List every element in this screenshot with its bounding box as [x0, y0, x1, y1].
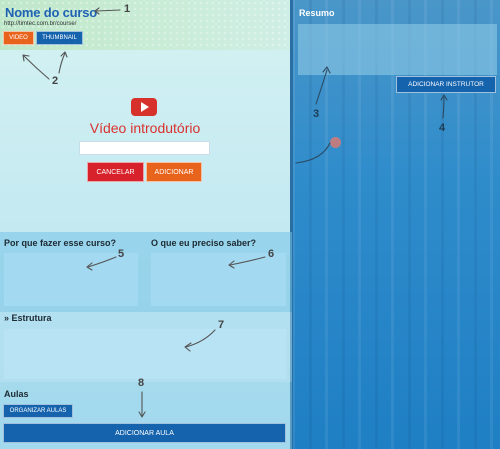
annotation-number-8: 8	[138, 377, 145, 389]
annotation-number-7: 7	[218, 319, 225, 331]
annotation-number-6: 6	[268, 248, 275, 260]
annotation-number-5: 5	[118, 248, 125, 260]
video-title: Vídeo introdutório	[89, 120, 201, 136]
annotation-number-1: 1	[124, 3, 131, 15]
course-title[interactable]: Nome do curso	[5, 5, 97, 20]
annotation-number-2: 2	[52, 75, 59, 87]
add-video-button[interactable]: ADICIONAR	[146, 162, 202, 182]
why-course-heading: Por que fazer esse curso?	[4, 238, 117, 248]
resumo-label: Resumo	[299, 8, 335, 18]
lessons-heading: Aulas	[4, 389, 29, 399]
resumo-textbox[interactable]	[298, 24, 497, 75]
cancel-button[interactable]: CANCELAR	[87, 162, 144, 182]
add-lesson-button[interactable]: ADICIONAR AULA	[3, 423, 286, 443]
annotation-number-3: 3	[313, 108, 320, 120]
add-instructor-button[interactable]: ADICIONAR INSTRUTOR	[396, 76, 496, 93]
youtube-play-icon[interactable]	[131, 98, 157, 116]
video-url-input[interactable]	[79, 141, 210, 155]
why-course-textbox[interactable]	[4, 253, 138, 306]
annotation-number-4: 4	[439, 122, 446, 134]
video-button[interactable]: VIDEO	[3, 31, 34, 45]
organize-lessons-button[interactable]: ORGANIZAR AULAS	[3, 404, 73, 418]
structure-heading[interactable]: » Estrutura	[4, 313, 52, 323]
structure-textbox[interactable]	[4, 329, 286, 379]
requirements-textbox[interactable]	[151, 253, 286, 306]
thumbnail-button[interactable]: THUMBNAIL	[36, 31, 83, 45]
requirements-heading: O que eu preciso saber?	[151, 238, 257, 248]
annotation-dot	[330, 137, 341, 148]
course-url: http://timtec.com.br/course/	[4, 21, 77, 27]
